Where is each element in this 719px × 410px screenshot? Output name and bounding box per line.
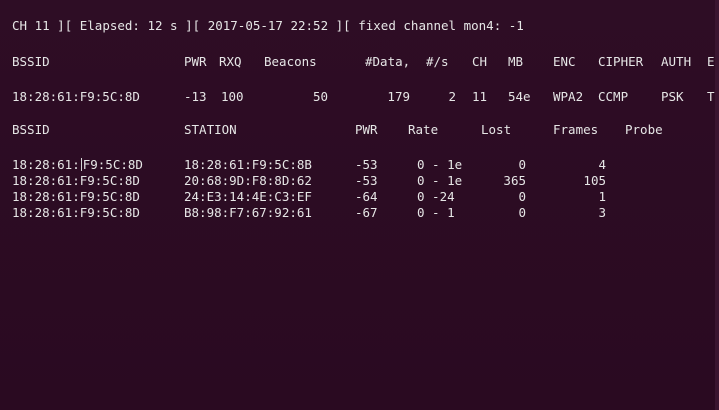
ap-header-auth: AUTH	[661, 54, 692, 69]
station-row-bssid-part: F9:5C:8D	[82, 157, 143, 172]
ap-header-per-second: #/s	[426, 54, 449, 69]
station-header-probe: Probe	[625, 122, 663, 137]
ap-header-beacons: Beacons	[264, 54, 317, 69]
station-row-rate: 0 - 1e	[417, 157, 463, 172]
ap-row-ch: 11	[472, 89, 488, 104]
ap-header-data: #Data,	[365, 54, 411, 69]
station-row-frames: 4	[598, 157, 606, 172]
status-elapsed: Elapsed: 12 s	[79, 18, 178, 33]
ap-header-ch: CH	[472, 54, 488, 69]
station-row-station: 24:E3:14:4E:C3:EF	[184, 189, 312, 204]
station-header-station: STATION	[184, 122, 237, 137]
status-fixed-channel: fixed channel mon4: -1	[358, 18, 524, 33]
station-row-station: 18:28:61:F9:5C:8B	[184, 157, 312, 172]
ap-row-essid: T	[707, 89, 715, 104]
station-row-lost: 0	[518, 157, 526, 172]
ap-row-cipher: CCMP	[598, 89, 629, 104]
station-header-lost: Lost	[481, 122, 512, 137]
ap-header-mb: MB	[508, 54, 524, 69]
station-row-frames: 105	[583, 173, 606, 188]
station-row-rate: 0 -24	[417, 189, 455, 204]
station-row-pwr: -64	[355, 189, 378, 204]
ap-row-mb: 54e	[508, 89, 531, 104]
text-cursor	[80, 158, 82, 171]
station-row-bssid: 18:28:61:F9:5C:8D	[12, 157, 143, 172]
station-row-bssid: 18:28:61:F9:5C:8D	[12, 189, 140, 204]
station-row-station: 20:68:9D:F8:8D:62	[184, 173, 312, 188]
ap-header-essid: E	[707, 54, 715, 69]
station-header-rate: Rate	[408, 122, 439, 137]
station-row-pwr: -53	[355, 157, 378, 172]
ap-row-enc: WPA2	[553, 89, 584, 104]
ap-row-pwr: -13	[184, 89, 207, 104]
station-row-lost: 0	[518, 205, 526, 220]
station-row-bssid-part: 18:28:61:	[12, 157, 80, 172]
terminal-window[interactable]: CH 11 ][ Elapsed: 12 s ][ 2017-05-17 22:…	[0, 0, 719, 410]
station-row-lost: 0	[518, 189, 526, 204]
ap-row-auth: PSK	[661, 89, 684, 104]
station-row-rate: 0 - 1	[417, 205, 455, 220]
station-header-frames: Frames	[553, 122, 599, 137]
terminal-scrollbar[interactable]	[715, 0, 719, 410]
status-line: CH 11 ][ Elapsed: 12 s ][ 2017-05-17 22:…	[12, 18, 524, 33]
ap-header-rxq: RXQ	[219, 54, 242, 69]
ap-header-pwr: PWR	[184, 54, 207, 69]
station-row-rate: 0 - 1e	[417, 173, 463, 188]
ap-header-enc: ENC	[553, 54, 576, 69]
station-row-frames: 3	[598, 205, 606, 220]
ap-header-bssid: BSSID	[12, 54, 50, 69]
ap-row-rxq: 100	[221, 89, 244, 104]
station-row-pwr: -53	[355, 173, 378, 188]
ap-row-data: 179	[387, 89, 410, 104]
ap-row-beacons: 50	[312, 89, 328, 104]
station-row-lost: 365	[503, 173, 526, 188]
station-row-bssid: 18:28:61:F9:5C:8D	[12, 173, 140, 188]
station-header-bssid: BSSID	[12, 122, 50, 137]
station-row-bssid: 18:28:61:F9:5C:8D	[12, 205, 140, 220]
station-row-frames: 1	[598, 189, 606, 204]
status-channel: CH 11	[12, 18, 50, 33]
station-row-station: B8:98:F7:67:92:61	[184, 205, 312, 220]
status-datetime: 2017-05-17 22:52	[207, 18, 329, 33]
ap-row-per-second: 2	[448, 89, 456, 104]
station-row-pwr: -67	[355, 205, 378, 220]
ap-row-bssid: 18:28:61:F9:5C:8D	[12, 89, 140, 104]
station-header-pwr: PWR	[355, 122, 378, 137]
ap-header-cipher: CIPHER	[598, 54, 644, 69]
